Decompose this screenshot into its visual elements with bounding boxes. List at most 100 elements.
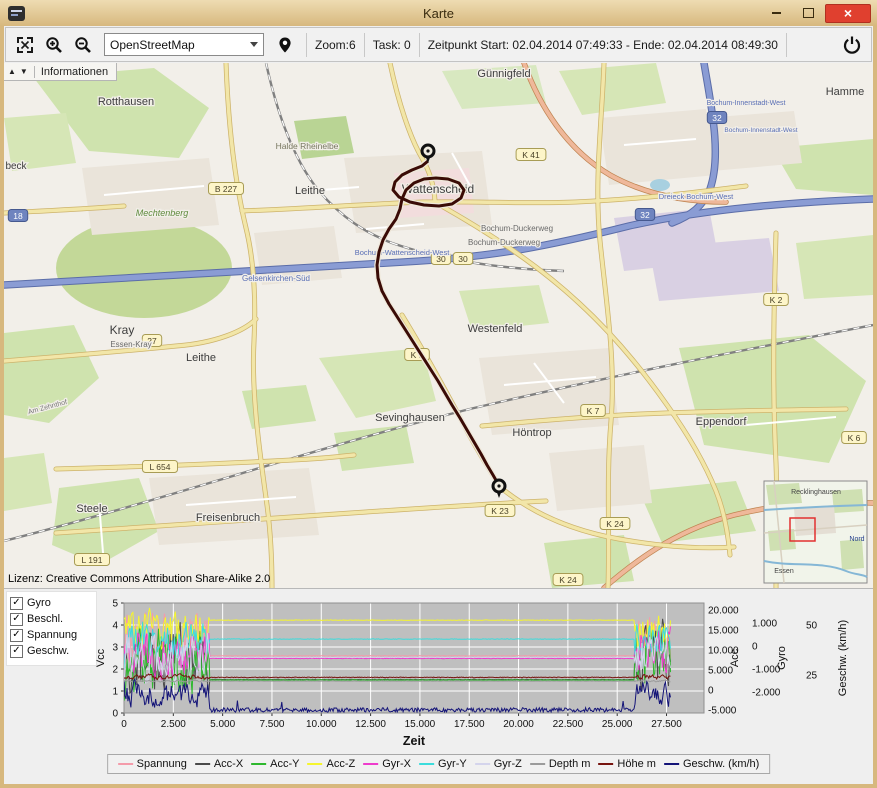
legend-item: Spannung: [117, 758, 187, 770]
map-label: Leithe: [295, 185, 325, 197]
x-tick-label: 7.500: [259, 719, 284, 730]
app-icon[interactable]: [8, 5, 25, 21]
svg-text:30: 30: [458, 254, 468, 264]
task-label: Task: 0: [372, 37, 411, 52]
x-tick-label: 5.000: [210, 719, 235, 730]
minimap-label: Nord: [849, 536, 864, 543]
legend-item: Höhe m: [598, 758, 656, 770]
svg-text:18: 18: [13, 211, 23, 221]
road-badge: K 24: [552, 573, 584, 586]
svg-text:K 41: K 41: [522, 150, 540, 160]
x-tick-label: 15.000: [405, 719, 436, 730]
legend-swatch: [474, 763, 490, 765]
collapse-up-icon[interactable]: ▲: [8, 67, 16, 76]
zoom-in-icon: [46, 36, 62, 53]
zoom-in-button[interactable]: [41, 32, 67, 58]
speed-tick-label: 50: [806, 621, 818, 632]
info-panel-toggle: ▲ ▼ Informationen: [4, 63, 118, 81]
svg-text:B 227: B 227: [215, 184, 237, 194]
fit-map-button[interactable]: [12, 32, 38, 58]
zoom-level-label: Zoom:6: [315, 37, 356, 52]
vcc-tick-label: 2: [112, 665, 118, 676]
window-title: Karte: [422, 5, 455, 21]
chart-legend: Spannung Acc-X Acc-Y Acc-Z Gyr-X Gyr-Y Gyr-Z De…: [106, 754, 771, 774]
map-label: Steele: [76, 503, 107, 515]
map-label: Leithe: [186, 352, 216, 364]
acc-axis-title: Acc: [729, 648, 741, 667]
map-label: Bochum-Innenstadt-West: [724, 127, 797, 134]
map-label: Kray: [110, 323, 135, 337]
map-attribution: Lizenz: Creative Commons Attribution Sha…: [8, 573, 271, 585]
map-label: Gelsenkirchen-Süd: [242, 274, 310, 283]
map-label: Dreieck Bochum-West: [659, 192, 734, 201]
map-label: Günnigfeld: [477, 68, 530, 80]
close-button[interactable]: ×: [825, 3, 871, 23]
acc-tick-label: 15.000: [708, 626, 739, 637]
divider: [33, 65, 35, 78]
titlebar[interactable]: Karte ×: [0, 0, 877, 26]
legend-label: Depth m: [548, 758, 591, 770]
legend-swatch: [418, 763, 434, 765]
x-tick-label: 0: [121, 719, 127, 730]
sensor-chart[interactable]: 0 2.500 5.000 7.500 10.000 12.500 15.000 17.500…: [4, 599, 873, 754]
zoom-out-button[interactable]: [70, 32, 96, 58]
marker-button[interactable]: [272, 32, 298, 58]
toolbar-separator: [418, 32, 420, 57]
power-button[interactable]: [839, 32, 865, 58]
map-label: Höntrop: [512, 427, 551, 439]
maximize-icon: [802, 8, 814, 18]
svg-text:K 7: K 7: [587, 406, 600, 416]
map-label: Bochum-Duckerweg: [468, 238, 540, 247]
map-label: Westenfeld: [468, 323, 523, 335]
layer-select[interactable]: OpenStreetMap: [104, 33, 264, 56]
legend-swatch: [194, 763, 210, 765]
map-pond: [650, 179, 670, 191]
gyro-tick-label: -2.000: [752, 688, 781, 699]
legend-swatch: [663, 763, 679, 765]
minimize-button[interactable]: [761, 4, 791, 23]
road-badge: 30: [452, 252, 474, 265]
map-pin-icon: [279, 37, 291, 52]
sensor-chart-panel: ✓ Gyro ✓ Beschl. ✓ Spannung ✓ Geschw. 0 2.500 5.0…: [4, 588, 873, 784]
legend-item: Acc-X: [194, 758, 243, 770]
map-container[interactable]: B 227 18 K 41 30 30 32 32 27 K 9L 654 K 23 K 7K 24…: [4, 63, 873, 588]
road-badge: K 6: [841, 431, 867, 444]
overview-minimap[interactable]: Recklinghausen Essen Nord: [763, 480, 868, 584]
speed-tick-label: 25: [806, 671, 818, 682]
minimize-icon: [771, 12, 781, 14]
legend-item: Acc-Z: [307, 758, 356, 770]
collapse-down-icon[interactable]: ▼: [20, 67, 28, 76]
speed-axis-title: Geschw. (km/h): [837, 620, 849, 696]
map-canvas[interactable]: B 22718K 4130 30323227K 9L 654K 23K 7K 24…: [4, 63, 873, 588]
map-label: Eppendorf: [696, 416, 748, 428]
gyro-axis-title: Gyro: [776, 646, 788, 670]
zoom-out-icon: [75, 36, 91, 53]
legend-label: Acc-Z: [326, 758, 356, 770]
map-label: beck: [5, 161, 27, 172]
power-icon: [843, 36, 861, 54]
x-tick-label: 12.500: [355, 719, 386, 730]
legend-swatch: [251, 763, 267, 765]
vcc-tick-label: 1: [112, 687, 118, 698]
svg-text:K 24: K 24: [606, 519, 624, 529]
legend-label: Höhe m: [617, 758, 656, 770]
road-badge: L 654: [142, 460, 178, 473]
map-label: Mechtenberg: [136, 208, 189, 218]
window-content: OpenStreetMap Zoom:6 Task: 0 Zeitpunkt S…: [4, 26, 873, 784]
x-tick-label: 22.500: [553, 719, 584, 730]
maximize-button[interactable]: [793, 4, 823, 23]
road-badge: L 191: [74, 553, 110, 566]
legend-item: Gyr-X: [363, 758, 411, 770]
toolbar-separator: [306, 32, 307, 57]
vcc-tick-label: 0: [112, 709, 118, 720]
x-tick-label: 17.500: [454, 719, 485, 730]
x-tick-label: 25.000: [602, 719, 633, 730]
legend-swatch: [117, 763, 133, 765]
toolbar-separator: [363, 32, 365, 57]
road-badge: 32: [706, 111, 728, 124]
legend-swatch: [529, 763, 545, 765]
legend-swatch: [598, 763, 614, 765]
toolbar-separator: [785, 32, 787, 57]
legend-label: Gyr-Y: [437, 758, 467, 770]
application-window: { "window": { "title": "Karte", "close_g…: [0, 0, 877, 788]
